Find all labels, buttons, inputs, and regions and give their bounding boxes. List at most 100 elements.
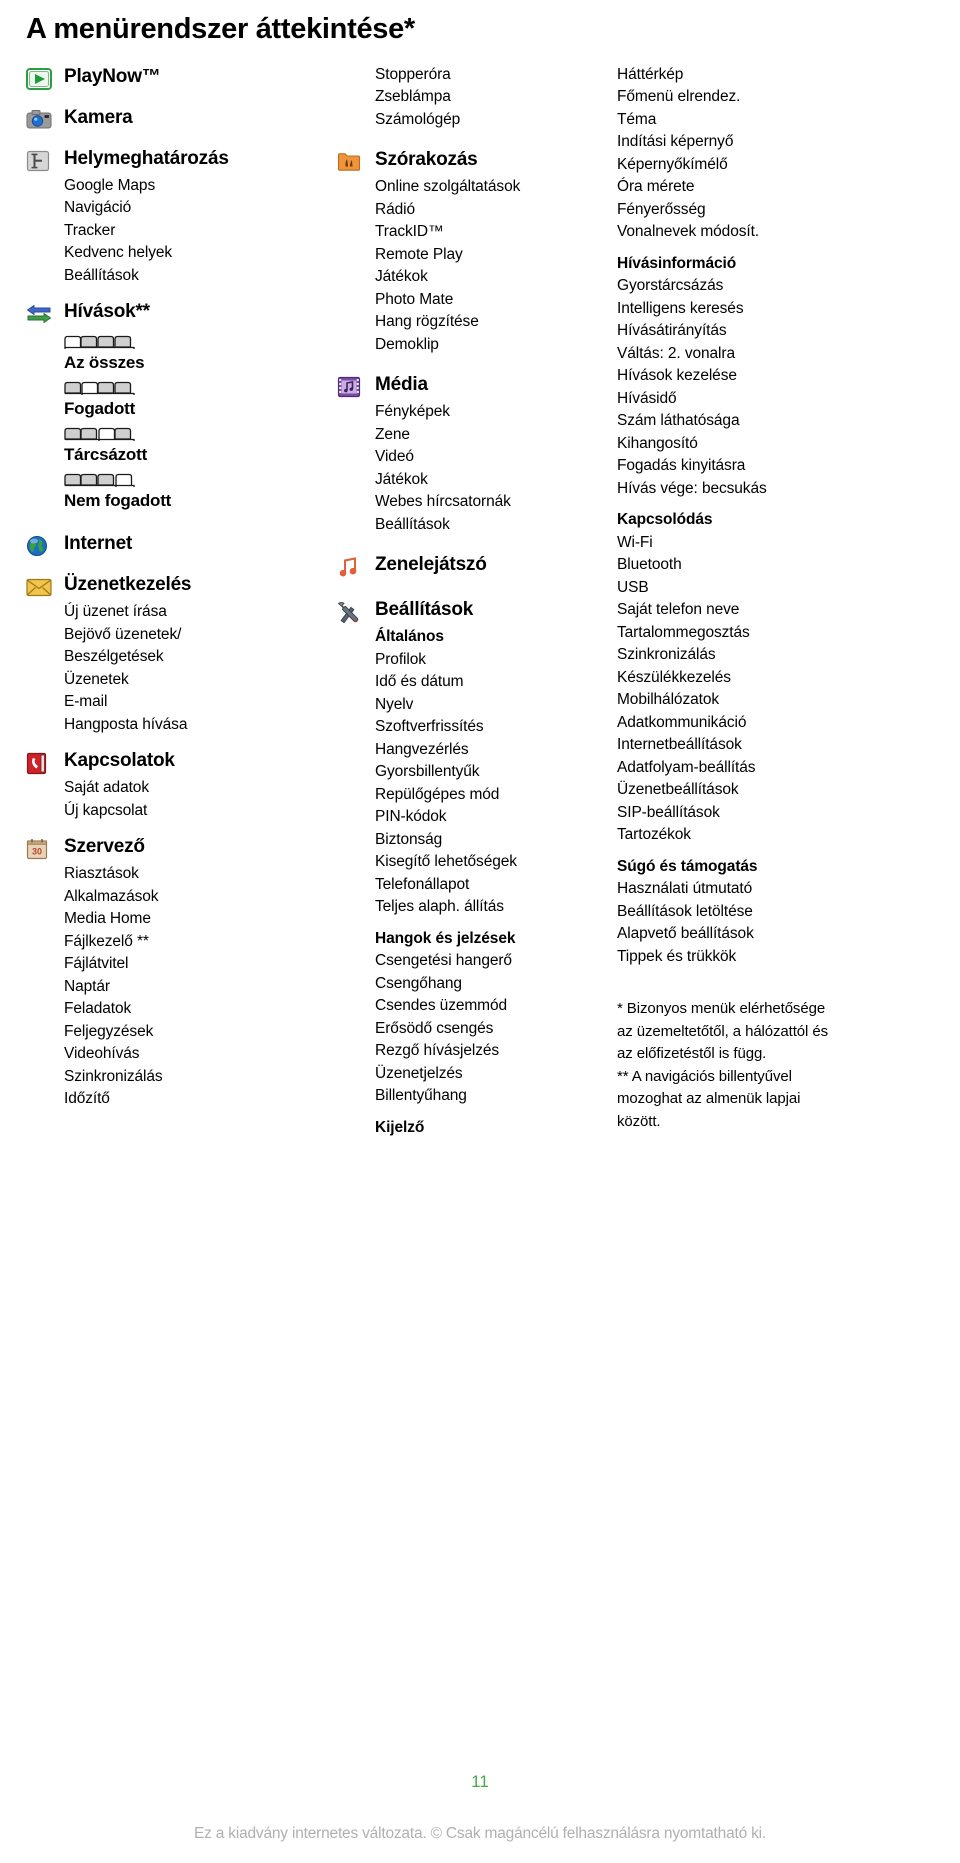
menu-subitem[interactable]: Naptár — [26, 976, 337, 999]
menu-subitem[interactable]: Főmenü elrendez. — [617, 86, 917, 109]
menu-subitem[interactable]: Mobilhálózatok — [617, 689, 917, 712]
menu-entry-beallitasok[interactable]: Beállítások — [337, 597, 617, 625]
calllog-label-dialled[interactable]: Tárcsázott — [64, 443, 337, 467]
menu-subitem[interactable]: Zseblámpa — [337, 86, 617, 109]
menu-subitem[interactable]: TrackID™ — [337, 221, 617, 244]
menu-subitem[interactable]: Idő és dátum — [337, 671, 617, 694]
menu-subitem[interactable]: Beszélgetések — [26, 646, 337, 669]
menu-subitem[interactable]: Hívás vége: becsukás — [617, 478, 917, 501]
menu-subitem[interactable]: Óra mérete — [617, 176, 917, 199]
menu-subitem[interactable]: Fájlkezelő ** — [26, 931, 337, 954]
menu-subitem[interactable]: Beállítások — [337, 514, 617, 537]
menu-subitem[interactable]: Beállítások letöltése — [617, 901, 917, 924]
menu-subitem[interactable]: Új kapcsolat — [26, 800, 337, 823]
menu-subitem[interactable]: Üzenetjelzés — [337, 1063, 617, 1086]
menu-subitem[interactable]: E-mail — [26, 691, 337, 714]
menu-subitem[interactable]: Kedvenc helyek — [26, 242, 337, 265]
menu-subitem[interactable]: Hívások kezelése — [617, 365, 917, 388]
menu-subitem[interactable]: Váltás: 2. vonalra — [617, 343, 917, 366]
menu-entry-zenelejatszo[interactable]: Zenelejátszó — [337, 552, 617, 580]
menu-subitem[interactable]: Fényképek — [337, 401, 617, 424]
menu-entry-szorakozas[interactable]: Szórakozás — [337, 147, 617, 175]
menu-subitem[interactable]: USB — [617, 577, 917, 600]
menu-subitem[interactable]: Készülékkezelés — [617, 667, 917, 690]
menu-subitem[interactable]: Fájlátvitel — [26, 953, 337, 976]
menu-subitem[interactable]: Tartalommegosztás — [617, 622, 917, 645]
menu-subitem[interactable]: Szinkronizálás — [26, 1066, 337, 1089]
menu-subitem[interactable]: Tartozékok — [617, 824, 917, 847]
menu-subitem[interactable]: Szoftverfrissítés — [337, 716, 617, 739]
menu-subitem[interactable]: Alapvető beállítások — [617, 923, 917, 946]
menu-entry-media[interactable]: Média — [337, 372, 617, 400]
menu-subitem[interactable]: Rezgő hívásjelzés — [337, 1040, 617, 1063]
menu-subitem[interactable]: Bejövő üzenetek/ — [26, 624, 337, 647]
menu-subitem[interactable]: Remote Play — [337, 244, 617, 267]
menu-entry-hivasok[interactable]: Hívások** — [26, 299, 337, 327]
menu-entry-kapcsolatok[interactable]: Kapcsolatok — [26, 748, 337, 776]
menu-subitem[interactable]: Kihangosító — [617, 433, 917, 456]
menu-subitem[interactable]: Webes hírcsatornák — [337, 491, 617, 514]
menu-subitem[interactable]: Videohívás — [26, 1043, 337, 1066]
menu-subitem[interactable]: Üzenetek — [26, 669, 337, 692]
menu-subitem[interactable]: Gyorstárcsázás — [617, 275, 917, 298]
menu-subitem[interactable]: Media Home — [26, 908, 337, 931]
menu-subitem[interactable]: Wi-Fi — [617, 532, 917, 555]
menu-subitem[interactable]: Vonalnevek módosít. — [617, 221, 917, 244]
menu-subitem[interactable]: Új üzenet írása — [26, 601, 337, 624]
menu-subitem[interactable]: Hívásidő — [617, 388, 917, 411]
menu-entry-szervezo[interactable]: 30 Szervező — [26, 834, 337, 862]
menu-subitem[interactable]: Zene — [337, 424, 617, 447]
menu-subitem[interactable]: Internetbeállítások — [617, 734, 917, 757]
menu-subitem[interactable]: Demoklip — [337, 334, 617, 357]
menu-subitem[interactable]: Kisegítő lehetőségek — [337, 851, 617, 874]
menu-subitem[interactable]: Tippek és trükkök — [617, 946, 917, 969]
menu-subitem[interactable]: Számológép — [337, 109, 617, 132]
menu-subitem[interactable]: Hívásátirányítás — [617, 320, 917, 343]
menu-subitem[interactable]: SIP-beállítások — [617, 802, 917, 825]
menu-subitem[interactable]: Saját adatok — [26, 777, 337, 800]
menu-subitem[interactable]: Szinkronizálás — [617, 644, 917, 667]
menu-subitem[interactable]: Háttérkép — [617, 64, 917, 87]
menu-subitem[interactable]: Időzítő — [26, 1088, 337, 1111]
menu-subitem[interactable]: Photo Mate — [337, 289, 617, 312]
menu-subitem[interactable]: Üzenetbeállítások — [617, 779, 917, 802]
menu-subitem[interactable]: Alkalmazások — [26, 886, 337, 909]
menu-subitem[interactable]: Hang rögzítése — [337, 311, 617, 334]
menu-subitem[interactable]: Biztonság — [337, 829, 617, 852]
menu-subitem[interactable]: Játékok — [337, 469, 617, 492]
menu-subitem[interactable]: Fényerősség — [617, 199, 917, 222]
calllog-label-all[interactable]: Az összes — [64, 351, 337, 375]
calllog-label-missed[interactable]: Nem fogadott — [64, 489, 337, 513]
menu-entry-internet[interactable]: Internet — [26, 531, 337, 559]
calllog-label-received[interactable]: Fogadott — [64, 397, 337, 421]
menu-subitem[interactable]: Intelligens keresés — [617, 298, 917, 321]
menu-subitem[interactable]: Játékok — [337, 266, 617, 289]
menu-subitem[interactable]: Gyorsbillentyűk — [337, 761, 617, 784]
menu-subitem[interactable]: Repülőgépes mód — [337, 784, 617, 807]
menu-entry-uzenetkezeles[interactable]: Üzenetkezelés — [26, 572, 337, 600]
menu-subitem[interactable]: Csengetési hangerő — [337, 950, 617, 973]
menu-subitem[interactable]: Fogadás kinyitásra — [617, 455, 917, 478]
menu-subitem[interactable]: Használati útmutató — [617, 878, 917, 901]
menu-subitem[interactable]: Videó — [337, 446, 617, 469]
menu-subitem[interactable]: Google Maps — [26, 175, 337, 198]
menu-subitem[interactable]: Nyelv — [337, 694, 617, 717]
menu-subitem[interactable]: Feljegyzések — [26, 1021, 337, 1044]
menu-subitem[interactable]: Csendes üzemmód — [337, 995, 617, 1018]
menu-subitem[interactable]: Képernyőkímélő — [617, 154, 917, 177]
menu-subitem[interactable]: Stopperóra — [337, 64, 617, 87]
menu-subitem[interactable]: Hangposta hívása — [26, 714, 337, 737]
menu-subitem[interactable]: Szám láthatósága — [617, 410, 917, 433]
menu-subitem[interactable]: Tracker — [26, 220, 337, 243]
menu-subitem[interactable]: Adatfolyam-beállítás — [617, 757, 917, 780]
menu-subitem[interactable]: Hangvezérlés — [337, 739, 617, 762]
menu-subitem[interactable]: Telefonállapot — [337, 874, 617, 897]
menu-entry-kamera[interactable]: Kamera — [26, 105, 337, 133]
menu-subitem[interactable]: Saját telefon neve — [617, 599, 917, 622]
menu-entry-helymeghatarozas[interactable]: Helymeghatározás — [26, 146, 337, 174]
menu-subitem[interactable]: Rádió — [337, 199, 617, 222]
menu-subitem[interactable]: Navigáció — [26, 197, 337, 220]
menu-subitem[interactable]: Feladatok — [26, 998, 337, 1021]
menu-subitem[interactable]: Online szolgáltatások — [337, 176, 617, 199]
menu-subitem[interactable]: Csengőhang — [337, 973, 617, 996]
